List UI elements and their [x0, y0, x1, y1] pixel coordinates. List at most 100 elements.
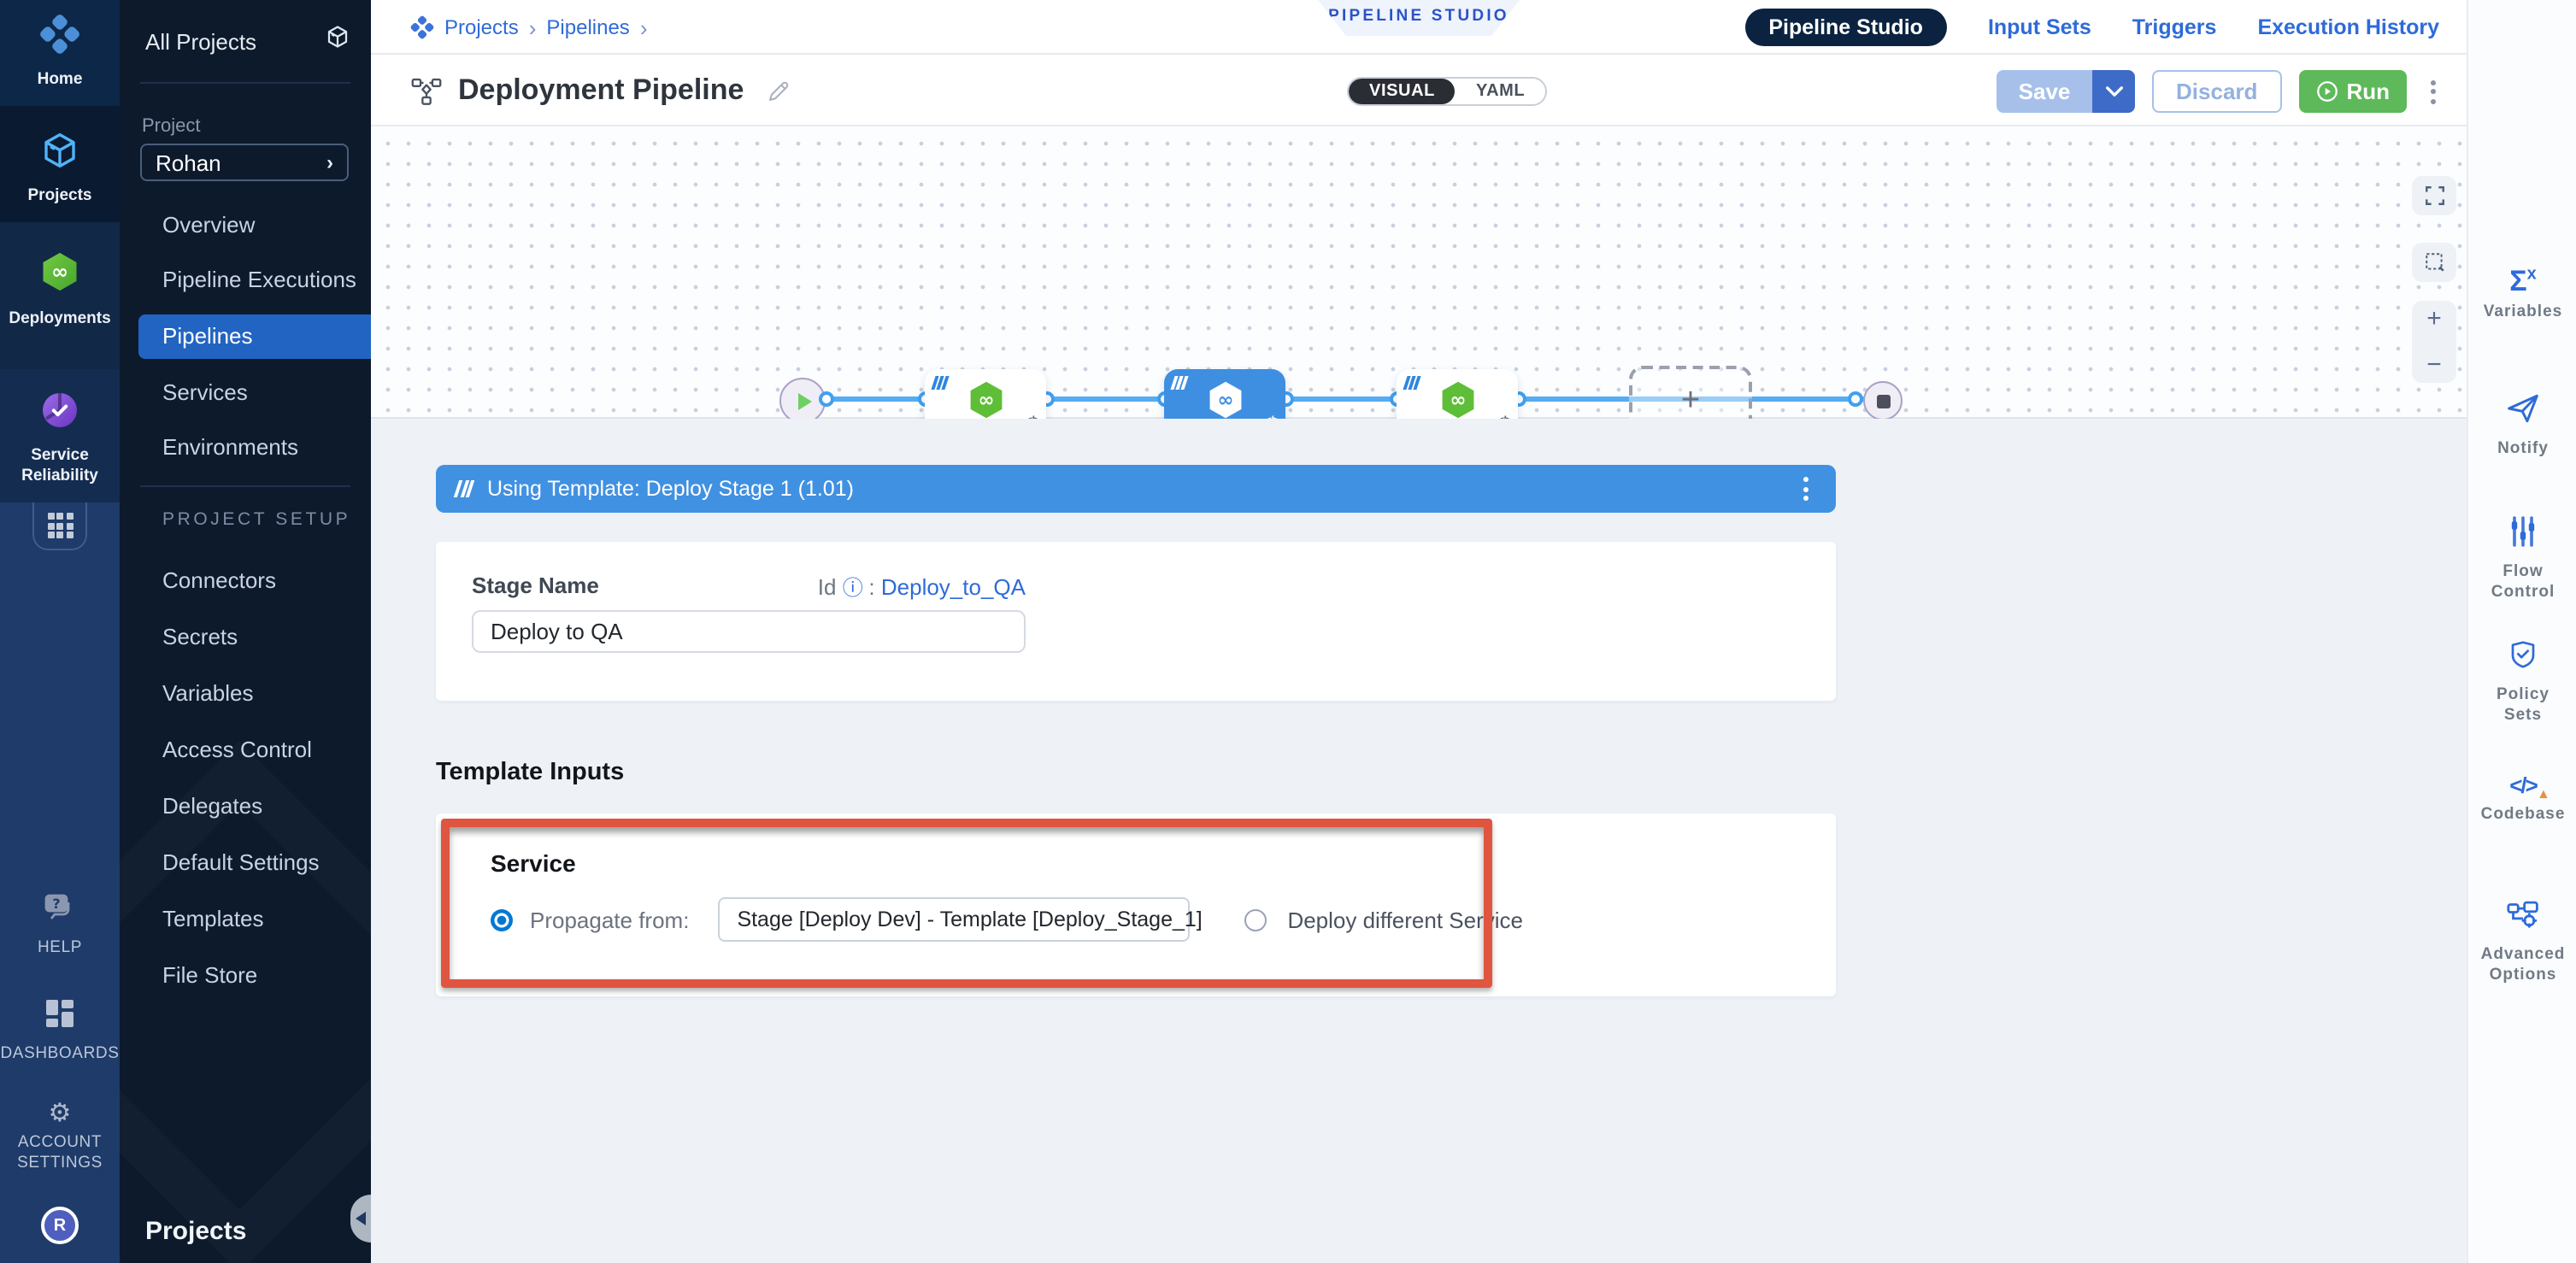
discard-button[interactable]: Discard: [2152, 70, 2281, 113]
zoom-in-button[interactable]: +: [2426, 306, 2442, 332]
project-label: Project: [142, 116, 201, 137]
stage-name-input[interactable]: [472, 610, 1026, 653]
sidebar-item-delegates[interactable]: Delegates: [120, 784, 371, 829]
cd-hexagon-icon: ∞: [1435, 376, 1479, 424]
rail-item-help[interactable]: ? HELP: [0, 892, 120, 959]
notify-paper-plane-icon: [2506, 393, 2540, 432]
page-title: Deployment Pipeline: [458, 73, 744, 108]
visual-yaml-toggle[interactable]: VISUAL YAML: [1347, 77, 1547, 106]
chevron-down-icon: [2105, 85, 2122, 97]
pipeline-canvas[interactable]: ∞ </> ∞ </> ∞ </> + Deploy Dev Deploy to…: [371, 126, 2467, 419]
toolbar-item-notify[interactable]: Notify: [2468, 393, 2576, 461]
svg-text:∞: ∞: [1217, 389, 1233, 411]
svg-text:∞: ∞: [1450, 389, 1466, 411]
edit-pencil-icon[interactable]: [766, 78, 791, 103]
zoom-controls: + −: [2412, 301, 2456, 383]
main-area: Projects › Pipelines › PIPELINE STUDIO P…: [371, 0, 2467, 1263]
toolbar-item-policy-sets[interactable]: Policy Sets: [2468, 639, 2576, 727]
tab-pipeline-studio[interactable]: Pipeline Studio: [1744, 9, 1947, 46]
pipeline-end-node: [1863, 381, 1903, 420]
save-button[interactable]: Save: [1997, 70, 2092, 113]
sidebar-item-default-settings[interactable]: Default Settings: [120, 841, 371, 885]
cd-hexagon-icon: ∞: [963, 376, 1008, 424]
breadcrumb-separator: ›: [640, 15, 648, 40]
toolbar-item-variables[interactable]: Σx Variables: [2468, 267, 2576, 324]
propagate-from-label: Propagate from:: [530, 907, 689, 932]
fullscreen-button[interactable]: [2412, 176, 2456, 215]
sidebar-item-secrets[interactable]: Secrets: [120, 615, 371, 660]
propagate-from-select[interactable]: Stage [Deploy Dev] - Template [Deploy_St…: [718, 897, 1190, 942]
run-play-icon: [2315, 80, 2338, 103]
project-select[interactable]: Rohan ›: [140, 144, 349, 181]
multi-select-button[interactable]: [2412, 243, 2456, 282]
pipeline-studio-badge: PIPELINE STUDIO: [1318, 0, 1520, 36]
toggle-visual[interactable]: VISUAL: [1349, 79, 1456, 104]
sidebar-collapse-handle[interactable]: [350, 1195, 371, 1242]
harness-logo-icon: [410, 15, 434, 39]
advanced-options-icon: [2506, 899, 2540, 938]
grid-icon: [47, 513, 73, 538]
sidebar-item-overview[interactable]: Overview: [120, 203, 371, 248]
id-separator: :: [868, 574, 874, 600]
project-sidebar: All Projects Project Rohan › Overview Pi…: [120, 0, 371, 1263]
rail-label: Projects: [28, 186, 92, 207]
header-actions: Save Discard Run: [1997, 70, 2443, 113]
template-options-kebab[interactable]: [1797, 470, 1815, 508]
sidebar-item-pipelines[interactable]: Pipelines: [138, 314, 371, 359]
id-label: Id: [818, 574, 837, 600]
sidebar-item-pipeline-executions[interactable]: Pipeline Executions: [120, 258, 371, 303]
sidebar-item-file-store[interactable]: File Store: [120, 954, 371, 998]
toolbar-item-advanced-options[interactable]: Advanced Options: [2468, 899, 2576, 987]
sidebar-item-connectors[interactable]: Connectors: [120, 559, 371, 603]
breadcrumb-pipelines[interactable]: Pipelines: [546, 15, 629, 39]
play-icon: [797, 392, 811, 409]
rail-item-home[interactable]: Home: [0, 14, 120, 91]
edge-port: [819, 391, 834, 407]
title-header-row: Deployment Pipeline VISUAL YAML Save Dis…: [371, 55, 2467, 126]
deploy-different-service-radio[interactable]: [1244, 908, 1267, 931]
toolbar-item-flow-control[interactable]: Flow Control: [2468, 516, 2576, 604]
module-switcher-button[interactable]: [32, 502, 87, 550]
toolbar-item-codebase[interactable]: </>▲ Codebase: [2468, 772, 2576, 826]
chevron-right-icon: ›: [326, 150, 333, 174]
run-button[interactable]: Run: [2298, 70, 2407, 113]
toolbar-label: Codebase: [2481, 805, 2566, 826]
dashboards-icon: [44, 998, 75, 1037]
edge-port: [1848, 391, 1863, 407]
sidebar-item-environments[interactable]: Environments: [120, 426, 371, 470]
propagate-from-radio[interactable]: [491, 908, 513, 931]
tab-triggers[interactable]: Triggers: [2132, 15, 2217, 39]
deployments-cd-icon: ∞: [38, 250, 82, 303]
zoom-out-button[interactable]: −: [2426, 352, 2442, 378]
sidebar-item-templates[interactable]: Templates: [120, 897, 371, 942]
stop-icon: [1876, 394, 1890, 408]
more-options-kebab[interactable]: [2424, 73, 2443, 110]
sidebar-item-services[interactable]: Services: [120, 371, 371, 415]
toolbar-label: Policy Sets: [2485, 685, 2561, 727]
rail-item-service-reliability[interactable]: Service Reliability: [0, 390, 120, 487]
rail-item-account-settings[interactable]: ⚙ ACCOUNT SETTINGS: [0, 1101, 120, 1174]
rail-item-projects[interactable]: Projects: [0, 130, 120, 207]
sidebar-header: All Projects: [145, 28, 256, 54]
divider: [140, 82, 350, 84]
sidebar-item-variables[interactable]: Variables: [120, 672, 371, 716]
tab-execution-history[interactable]: Execution History: [2257, 15, 2439, 39]
rail-item-deployments[interactable]: ∞ Deployments: [0, 250, 120, 330]
rail-item-dashboards[interactable]: DASHBOARDS: [0, 998, 120, 1065]
save-dropdown-button[interactable]: [2092, 70, 2135, 113]
cd-hexagon-icon: ∞: [1203, 376, 1247, 424]
pipeline-studio-app: Home Projects ∞ Deployments Service Reli…: [0, 0, 2576, 1263]
service-reliability-icon: [39, 390, 80, 439]
template-inputs-title: Template Inputs: [436, 759, 624, 786]
tab-input-sets[interactable]: Input Sets: [1988, 15, 2091, 39]
project-select-value: Rohan: [156, 150, 221, 175]
breadcrumb-projects[interactable]: Projects: [444, 15, 519, 39]
toggle-yaml[interactable]: YAML: [1456, 79, 1545, 104]
fullscreen-icon: [2423, 185, 2445, 207]
sidebar-item-access-control[interactable]: Access Control: [120, 728, 371, 772]
service-options-row: Propagate from: Stage [Deploy Dev] - Tem…: [491, 897, 1523, 942]
user-avatar[interactable]: R: [41, 1207, 79, 1244]
template-banner[interactable]: Using Template: Deploy Stage 1 (1.01): [436, 465, 1836, 513]
stage-id-row: Id ⓘ : Deploy_to_QA: [436, 573, 1026, 602]
stage-id-link[interactable]: Deploy_to_QA: [881, 574, 1026, 600]
